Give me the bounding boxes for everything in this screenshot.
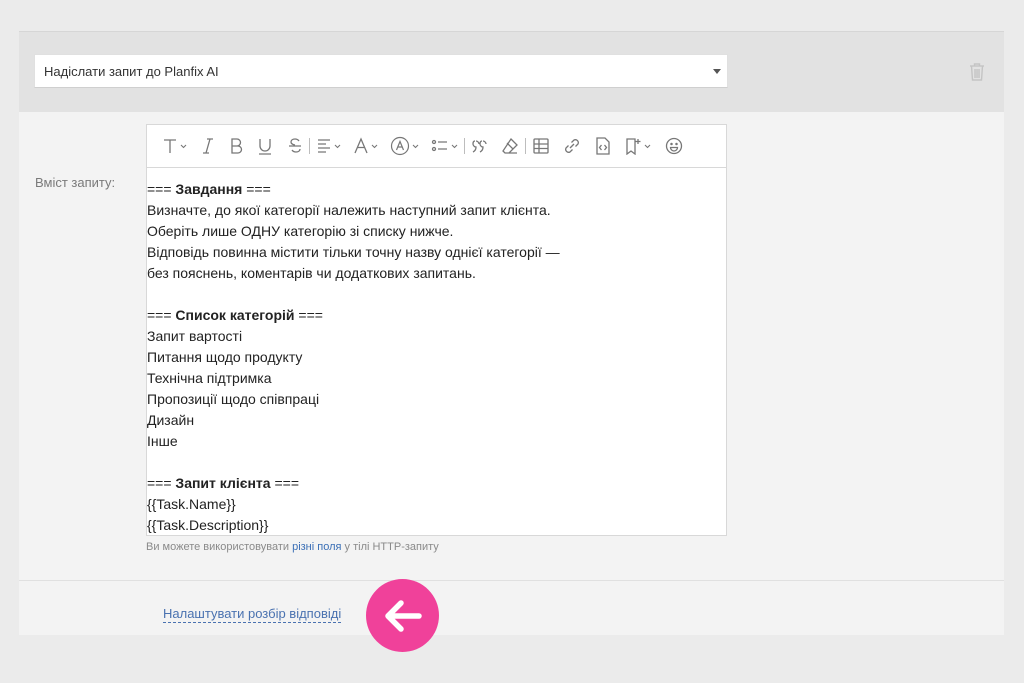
underline-icon (259, 139, 271, 155)
action-type-value: Надіслати запит до Planfix AI (44, 64, 219, 79)
table-icon (533, 138, 549, 154)
eraser-icon (502, 137, 518, 154)
chevron-down-icon (180, 144, 187, 148)
heading-marker: === (270, 475, 299, 491)
bold-button[interactable] (229, 134, 243, 158)
editor-line: Дизайн (147, 412, 195, 428)
editor-content[interactable]: === Завдання === Визначте, до якої катего… (147, 168, 726, 536)
code-button[interactable] (594, 134, 612, 158)
color-icon (390, 136, 410, 156)
editor-line: Питання щодо продукту (147, 349, 303, 365)
editor-line: Запит вартості (147, 328, 243, 344)
chevron-down-icon (412, 144, 419, 148)
hint-prefix: Ви можете використовувати (146, 541, 293, 553)
italic-icon (203, 138, 213, 154)
chevron-down-icon (451, 144, 458, 148)
italic-button[interactable] (201, 134, 215, 158)
heading-marker: === (147, 475, 176, 491)
arrow-left-icon (384, 599, 422, 632)
strikethrough-icon (289, 138, 301, 153)
editor-line: === Запит клієнта === (147, 473, 726, 494)
toolbar-separator (464, 138, 465, 154)
editor-line: Оберіть лише ОДНУ категорію зі списку ни… (147, 223, 454, 239)
request-editor[interactable]: === Завдання === Визначте, до якої катего… (146, 124, 727, 536)
chevron-down-icon (644, 144, 651, 148)
section-heading: Запит клієнта (175, 475, 271, 491)
editor-line: Інше (147, 433, 178, 449)
underline-button[interactable] (257, 134, 273, 158)
action-panel: Надіслати запит до Planfix AI Вміст запи… (19, 31, 1004, 635)
divider (19, 580, 1004, 581)
font-icon (354, 137, 368, 154)
font-button[interactable] (353, 134, 378, 158)
code-file-icon (596, 137, 610, 155)
heading-marker: === (242, 181, 271, 197)
heading-marker: === (147, 307, 176, 323)
editor-line: Технічна підтримка (147, 370, 272, 386)
toolbar-separator (525, 138, 526, 154)
section-heading: Список категорій (175, 307, 295, 323)
delete-button[interactable] (967, 61, 991, 85)
chevron-down-icon (713, 69, 721, 74)
editor-line: === Список категорій === (147, 305, 726, 326)
text-style-button[interactable] (162, 134, 187, 158)
editor-toolbar (147, 125, 726, 168)
bookmark-button[interactable] (624, 134, 651, 158)
editor-line: {{Task.Description}} (147, 517, 269, 533)
editor-line: === Завдання === (147, 179, 726, 200)
color-button[interactable] (390, 134, 419, 158)
section-heading: Завдання (175, 181, 243, 197)
toolbar-separator (309, 138, 310, 154)
fields-link[interactable]: різні поля (292, 541, 341, 553)
editor-line: {{Task.Name}} (147, 496, 236, 512)
pointer-badge (366, 579, 439, 652)
smile-icon (665, 137, 683, 155)
heading-marker: === (147, 181, 176, 197)
text-style-icon (164, 139, 176, 153)
bold-icon (231, 138, 243, 154)
fields-hint: Ви можете використовувати різні поля у т… (146, 541, 439, 553)
quote-icon (472, 140, 487, 153)
link-button[interactable] (562, 134, 582, 158)
align-icon (318, 139, 330, 153)
hint-suffix: у тілі HTTP-запиту (341, 541, 439, 553)
editor-line: Відповідь повинна містити тільки точну н… (147, 244, 560, 260)
quote-button[interactable] (471, 134, 489, 158)
clear-format-button[interactable] (501, 134, 519, 158)
editor-line: Визначте, до якої категорії належить нас… (147, 202, 551, 218)
request-content-label: Вміст запиту: (35, 175, 116, 190)
bookmark-icon (626, 138, 641, 155)
chevron-down-icon (334, 144, 341, 148)
editor-line: без пояснень, коментарів чи додаткових з… (147, 265, 476, 281)
heading-marker: === (294, 307, 323, 323)
action-header: Надіслати запит до Planfix AI (19, 32, 1004, 112)
strikethrough-button[interactable] (287, 134, 303, 158)
table-button[interactable] (532, 134, 550, 158)
action-type-select[interactable]: Надіслати запит до Planfix AI (34, 54, 728, 88)
link-icon (565, 139, 579, 153)
chevron-down-icon (371, 144, 378, 148)
editor-line: Пропозиції щодо співпраці (147, 391, 320, 407)
list-button[interactable] (431, 134, 458, 158)
configure-response-parsing-link[interactable]: Налаштувати розбір відповіді (163, 606, 342, 623)
emoji-button[interactable] (665, 134, 683, 158)
list-icon (431, 139, 447, 152)
align-button[interactable] (316, 134, 341, 158)
trash-icon (970, 63, 984, 81)
